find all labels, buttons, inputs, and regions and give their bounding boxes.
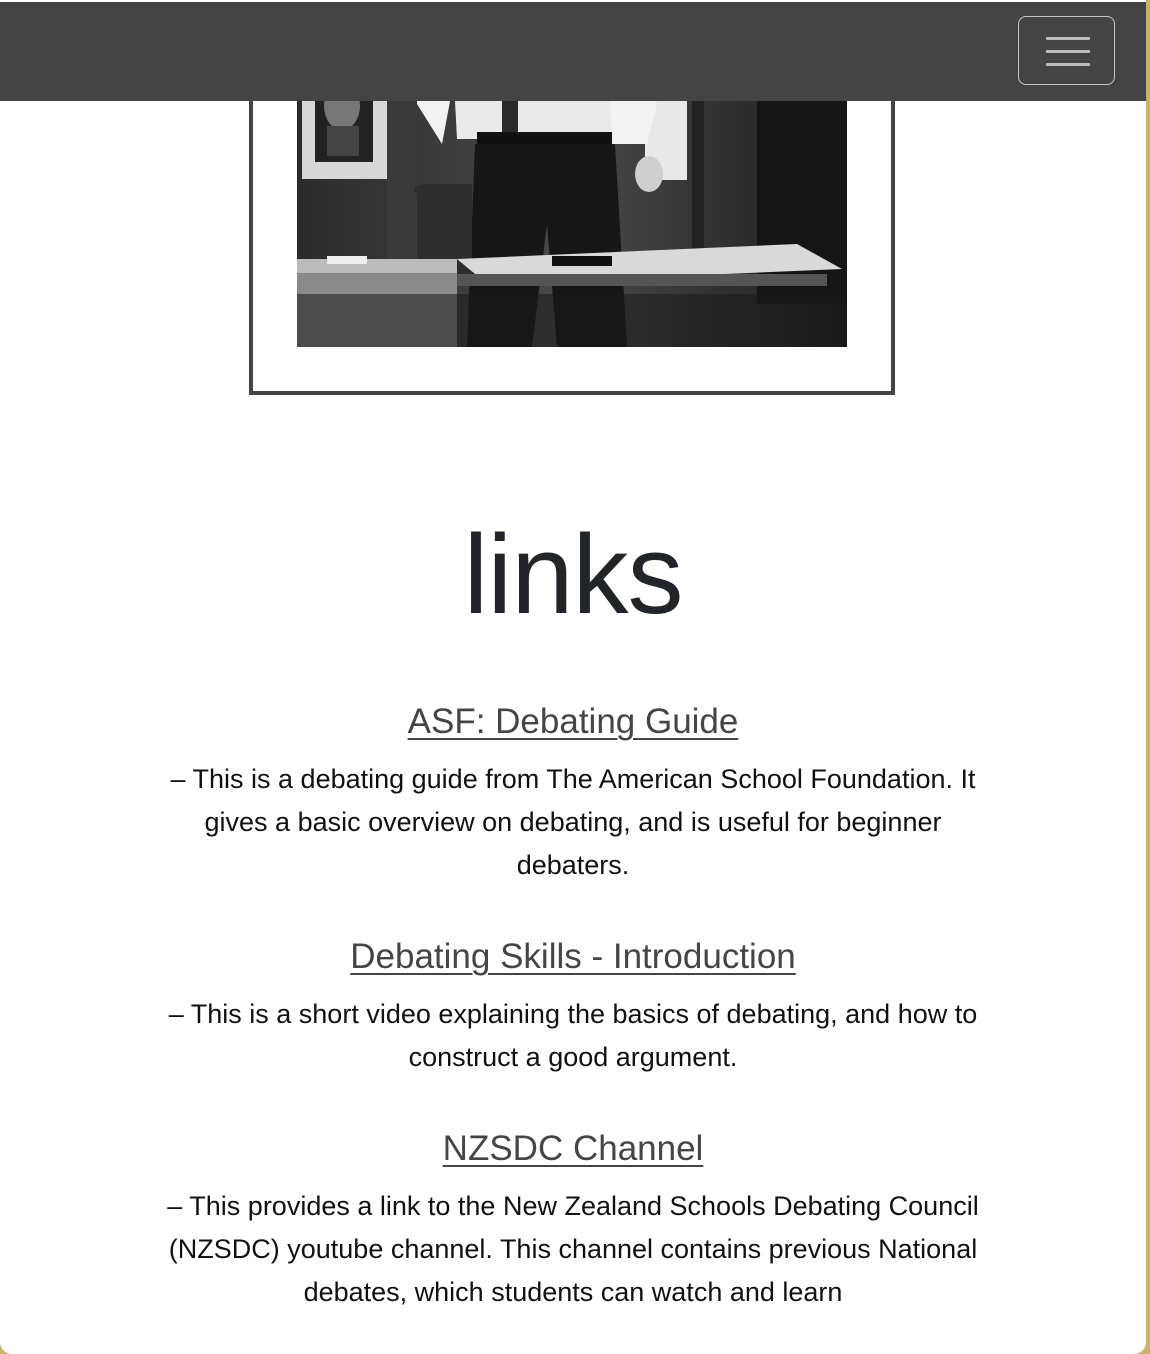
link-nzsdc-channel[interactable]: NZSDC Channel — [443, 1127, 704, 1171]
links-list: ASF: Debating Guide – This is a debating… — [160, 700, 986, 1354]
link-description: – This is a short video explaining the b… — [168, 999, 978, 1072]
link-asf-debating-guide[interactable]: ASF: Debating Guide — [408, 700, 739, 744]
menu-bar-line — [1046, 37, 1090, 40]
link-debating-skills-introduction[interactable]: Debating Skills - Introduction — [350, 935, 796, 979]
menu-bar-line — [1046, 63, 1090, 66]
top-navbar — [0, 2, 1146, 101]
link-description: – This is a debating guide from The Amer… — [170, 764, 976, 880]
list-item: ASF: Debating Guide – This is a debating… — [160, 700, 986, 887]
link-description: – This provides a link to the New Zealan… — [167, 1191, 979, 1307]
menu-bar-line — [1046, 50, 1090, 53]
hamburger-menu-icon[interactable] — [1018, 16, 1115, 85]
page-frame: links ASF: Debating Guide – This is a de… — [0, 0, 1146, 1354]
list-item: Debating Skills - Introduction – This is… — [160, 935, 986, 1079]
list-item: NZSDC Channel – This provides a link to … — [160, 1127, 986, 1314]
page-title: links — [463, 512, 683, 637]
